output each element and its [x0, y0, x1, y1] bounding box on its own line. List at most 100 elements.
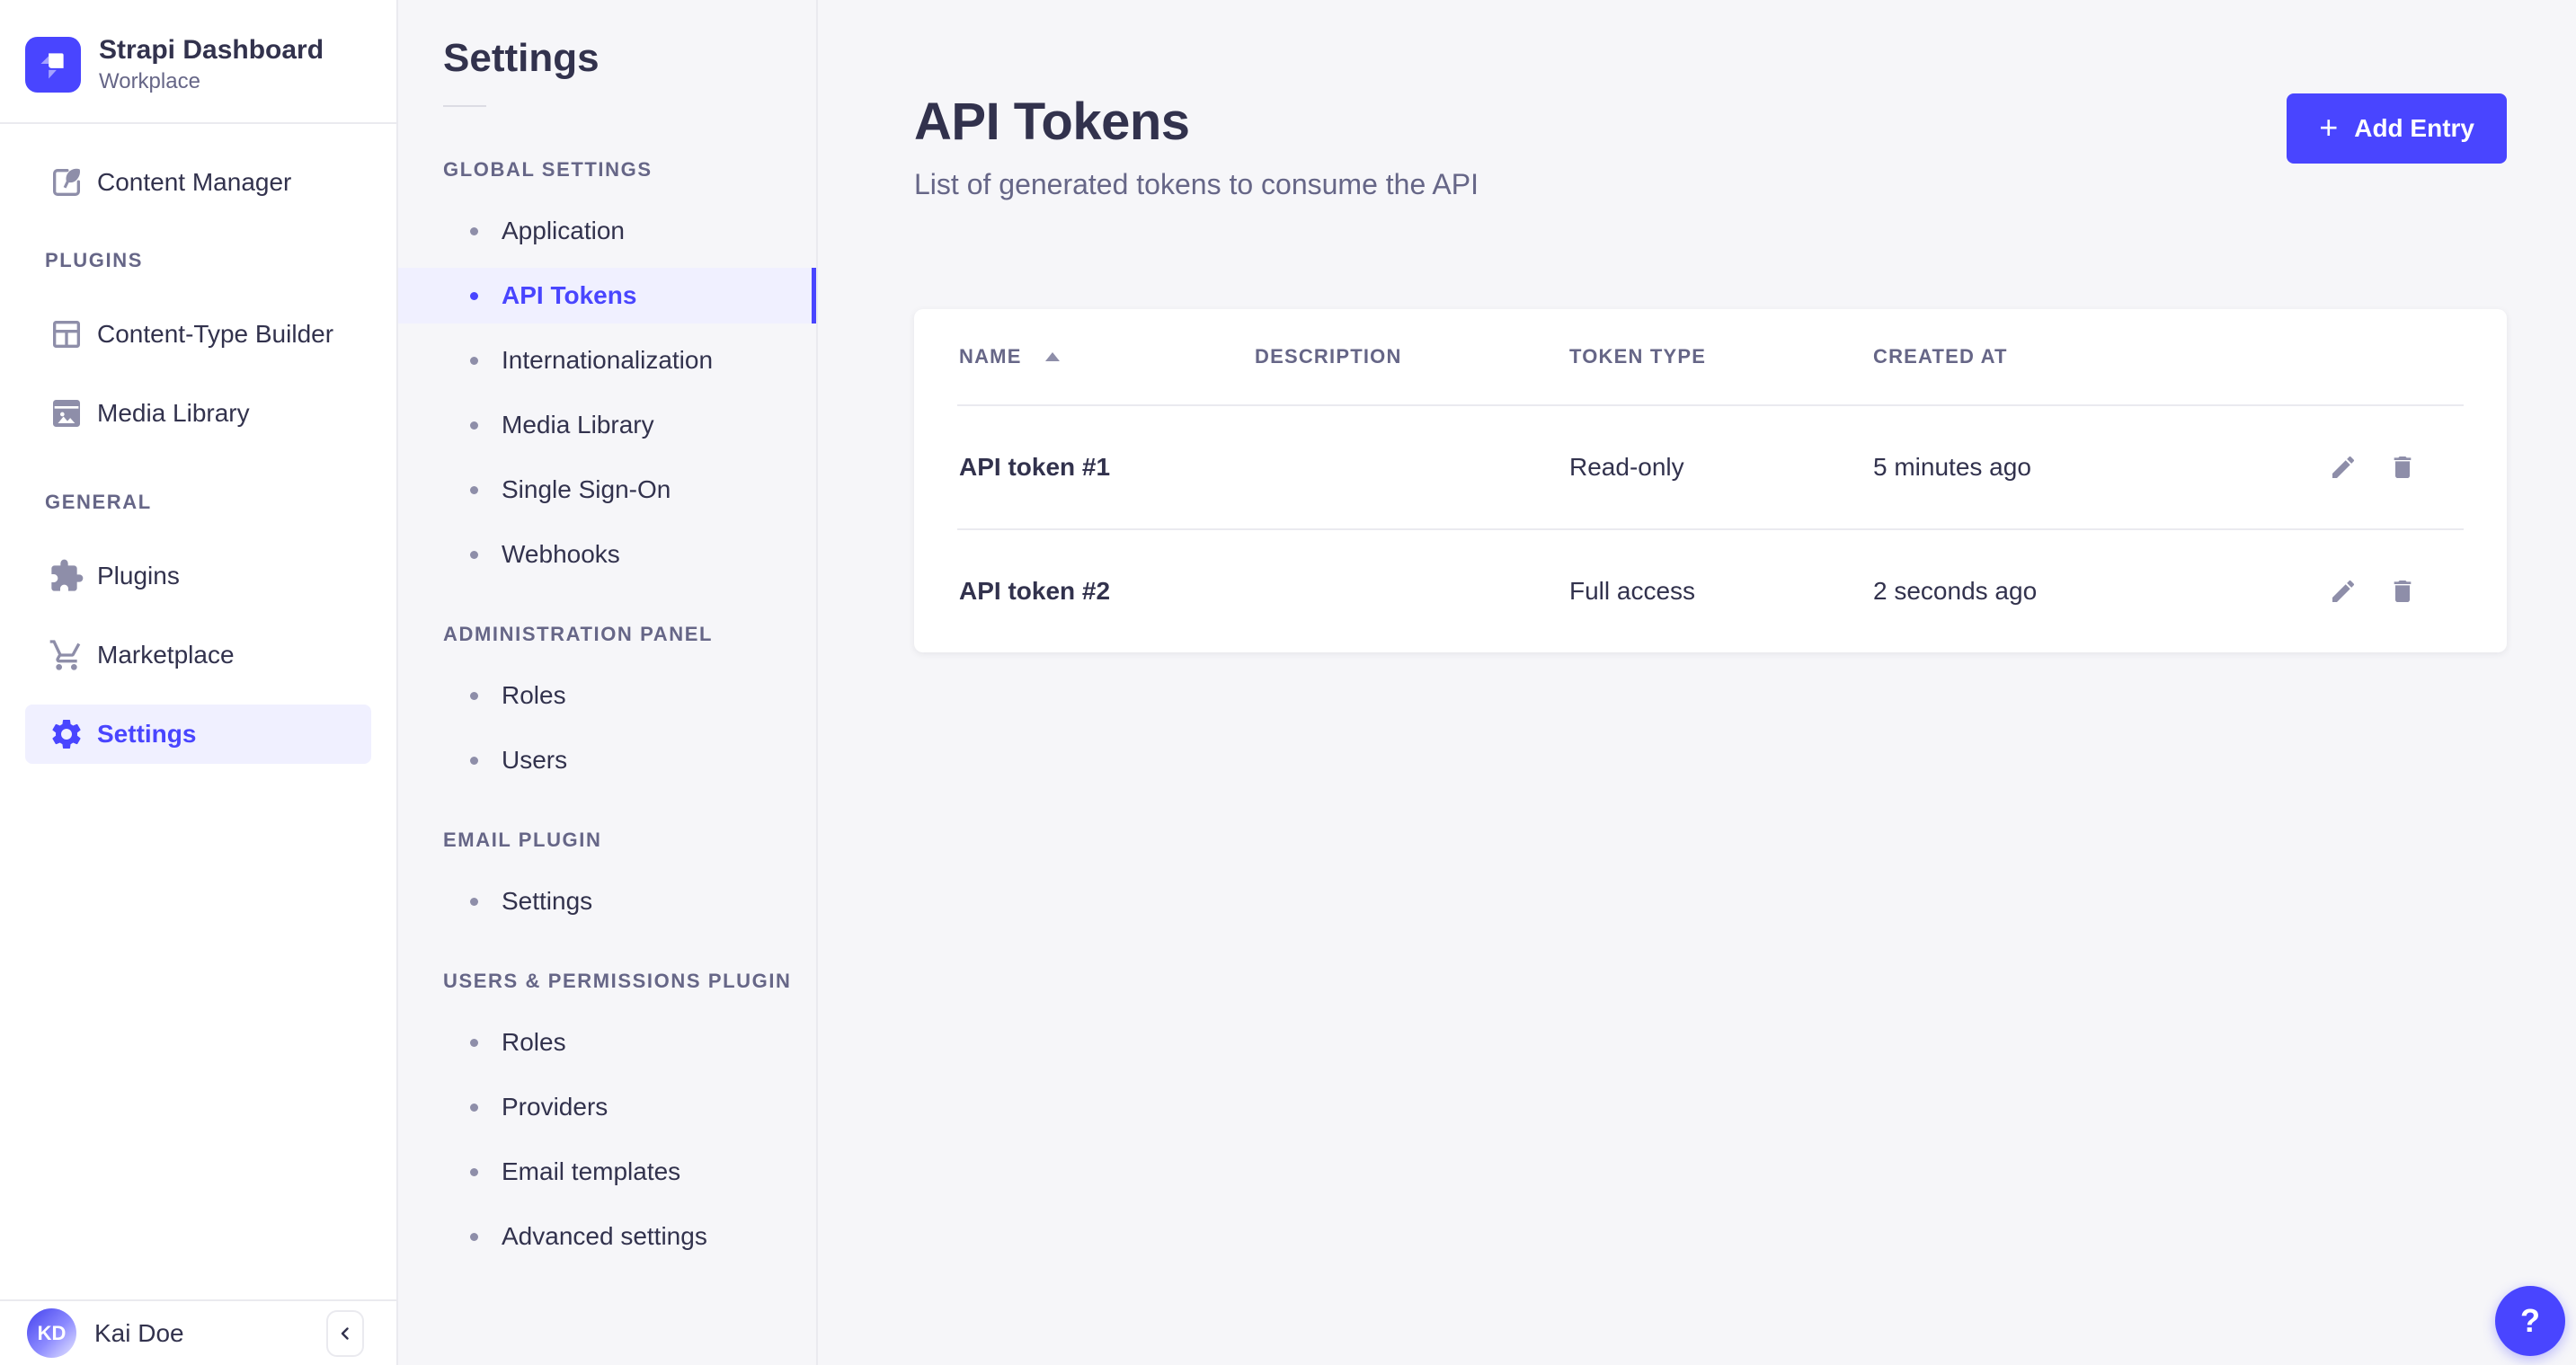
plus-icon: + [2319, 111, 2338, 144]
bullet-icon [470, 292, 478, 300]
nav-item-label: Content Manager [97, 168, 291, 197]
bullet-icon [470, 757, 478, 765]
nav-item-marketplace[interactable]: Marketplace [25, 625, 371, 685]
collapse-sidebar-button[interactable] [326, 1310, 364, 1357]
nav-section-general: GENERAL [0, 490, 396, 514]
edit-icon [2329, 453, 2358, 482]
subnav-item-label: Single Sign-On [502, 475, 671, 504]
subnav-item-advanced-settings[interactable]: Advanced settings [398, 1209, 816, 1264]
table-row[interactable]: API token #1 Read-only 5 minutes ago [914, 406, 2507, 528]
edit-button[interactable] [2329, 453, 2358, 482]
subnav-item-internationalization[interactable]: Internationalization [398, 332, 816, 388]
nav-item-label: Marketplace [97, 641, 235, 669]
user-footer: KD Kai Doe [0, 1299, 396, 1365]
subnav-item-label: Webhooks [502, 540, 620, 569]
column-header-created-at: CREATED AT [1873, 345, 2462, 368]
help-button[interactable]: ? [2495, 1286, 2565, 1356]
bullet-icon [470, 551, 478, 559]
subnav-section-users-permissions-plugin: USERS & PERMISSIONS PLUGIN [398, 969, 816, 993]
subnav-title: Settings [398, 34, 816, 82]
nav-item-label: Content-Type Builder [97, 320, 333, 349]
subnav-item-media-library[interactable]: Media Library [398, 397, 816, 453]
table-header-row: NAME DESCRIPTION TOKEN TYPE CREATED AT [914, 309, 2507, 404]
delete-icon [2388, 453, 2417, 482]
plugins-icon [49, 558, 84, 594]
bullet-icon [470, 1233, 478, 1241]
subnav-item-admin-roles[interactable]: Roles [398, 668, 816, 723]
nav-item-content-type-builder[interactable]: Content-Type Builder [25, 305, 371, 364]
strapi-logo-icon [25, 37, 81, 93]
bullet-icon [470, 421, 478, 430]
nav-section-plugins: PLUGINS [0, 248, 396, 272]
subnav-section-global-settings: GLOBAL SETTINGS [398, 157, 816, 182]
add-entry-button[interactable]: + Add Entry [2287, 93, 2507, 164]
subnav-item-label: Internationalization [502, 346, 713, 375]
token-name: API token #1 [959, 453, 1255, 482]
subnav-item-label: Settings [502, 887, 592, 916]
bullet-icon [470, 1039, 478, 1047]
main-content: API Tokens List of generated tokens to c… [818, 0, 2576, 1365]
api-tokens-table-card: NAME DESCRIPTION TOKEN TYPE CREATED AT A… [914, 309, 2507, 652]
subnav-section-administration-panel: ADMINISTRATION PANEL [398, 622, 816, 646]
content-type-builder-icon [49, 316, 84, 352]
main-sidebar: Strapi Dashboard Workplace Content Manag… [0, 0, 398, 1365]
add-entry-label: Add Entry [2354, 114, 2474, 143]
main-nav-list: Content Manager PLUGINS Content-Type Bui… [0, 124, 396, 784]
delete-button[interactable] [2388, 577, 2417, 606]
nav-item-settings[interactable]: Settings [25, 705, 371, 764]
nav-item-label: Media Library [97, 399, 250, 428]
subnav-item-api-tokens[interactable]: API Tokens [398, 268, 816, 324]
subnav-item-admin-users[interactable]: Users [398, 732, 816, 788]
subnav-item-single-sign-on[interactable]: Single Sign-On [398, 462, 816, 518]
subnav-item-up-roles[interactable]: Roles [398, 1015, 816, 1070]
settings-subnav: Settings GLOBAL SETTINGS Application API… [398, 0, 818, 1365]
edit-button[interactable] [2329, 577, 2358, 606]
row-actions [2329, 577, 2462, 606]
content-manager-icon [49, 164, 84, 200]
bullet-icon [470, 1104, 478, 1112]
subnav-item-label: Users [502, 746, 567, 775]
column-header-token-type: TOKEN TYPE [1569, 345, 1873, 368]
sort-asc-icon [1045, 352, 1060, 361]
nav-item-media-library[interactable]: Media Library [25, 384, 371, 443]
subnav-item-email-templates[interactable]: Email templates [398, 1144, 816, 1200]
brand-subtitle: Workplace [99, 68, 324, 95]
token-type: Read-only [1569, 453, 1873, 482]
avatar: KD [27, 1308, 76, 1358]
column-header-description: DESCRIPTION [1255, 345, 1569, 368]
nav-item-label: Settings [97, 720, 196, 749]
page-header: API Tokens List of generated tokens to c… [914, 93, 2507, 201]
subnav-item-label: Providers [502, 1093, 608, 1121]
subnav-item-providers[interactable]: Providers [398, 1079, 816, 1135]
subnav-item-label: Roles [502, 1028, 566, 1057]
token-created-at: 2 seconds ago [1873, 577, 2329, 606]
bullet-icon [470, 898, 478, 906]
chevron-left-icon [334, 1323, 356, 1344]
subnav-item-application[interactable]: Application [398, 203, 816, 259]
subnav-section-email-plugin: EMAIL PLUGIN [398, 828, 816, 852]
subnav-item-label: Advanced settings [502, 1222, 707, 1251]
subnav-item-email-settings[interactable]: Settings [398, 873, 816, 929]
column-header-name[interactable]: NAME [959, 345, 1255, 368]
token-name: API token #2 [959, 577, 1255, 606]
brand-title: Strapi Dashboard [99, 34, 324, 66]
page-subtitle: List of generated tokens to consume the … [914, 167, 1479, 201]
bullet-icon [470, 1168, 478, 1176]
subnav-item-label: Email templates [502, 1157, 680, 1186]
subnav-item-webhooks[interactable]: Webhooks [398, 527, 816, 582]
settings-gear-icon [49, 716, 84, 752]
bullet-icon [470, 692, 478, 700]
subnav-item-label: Application [502, 217, 625, 245]
subnav-item-label: Roles [502, 681, 566, 710]
token-type: Full access [1569, 577, 1873, 606]
nav-item-content-manager[interactable]: Content Manager [25, 153, 371, 212]
brand: Strapi Dashboard Workplace [0, 0, 396, 122]
sidebar-spacer [0, 784, 396, 1299]
user-name: Kai Doe [94, 1319, 184, 1348]
edit-icon [2329, 577, 2358, 606]
nav-item-plugins[interactable]: Plugins [25, 546, 371, 606]
delete-icon [2388, 577, 2417, 606]
token-created-at: 5 minutes ago [1873, 453, 2329, 482]
delete-button[interactable] [2388, 453, 2417, 482]
table-row[interactable]: API token #2 Full access 2 seconds ago [914, 530, 2507, 652]
